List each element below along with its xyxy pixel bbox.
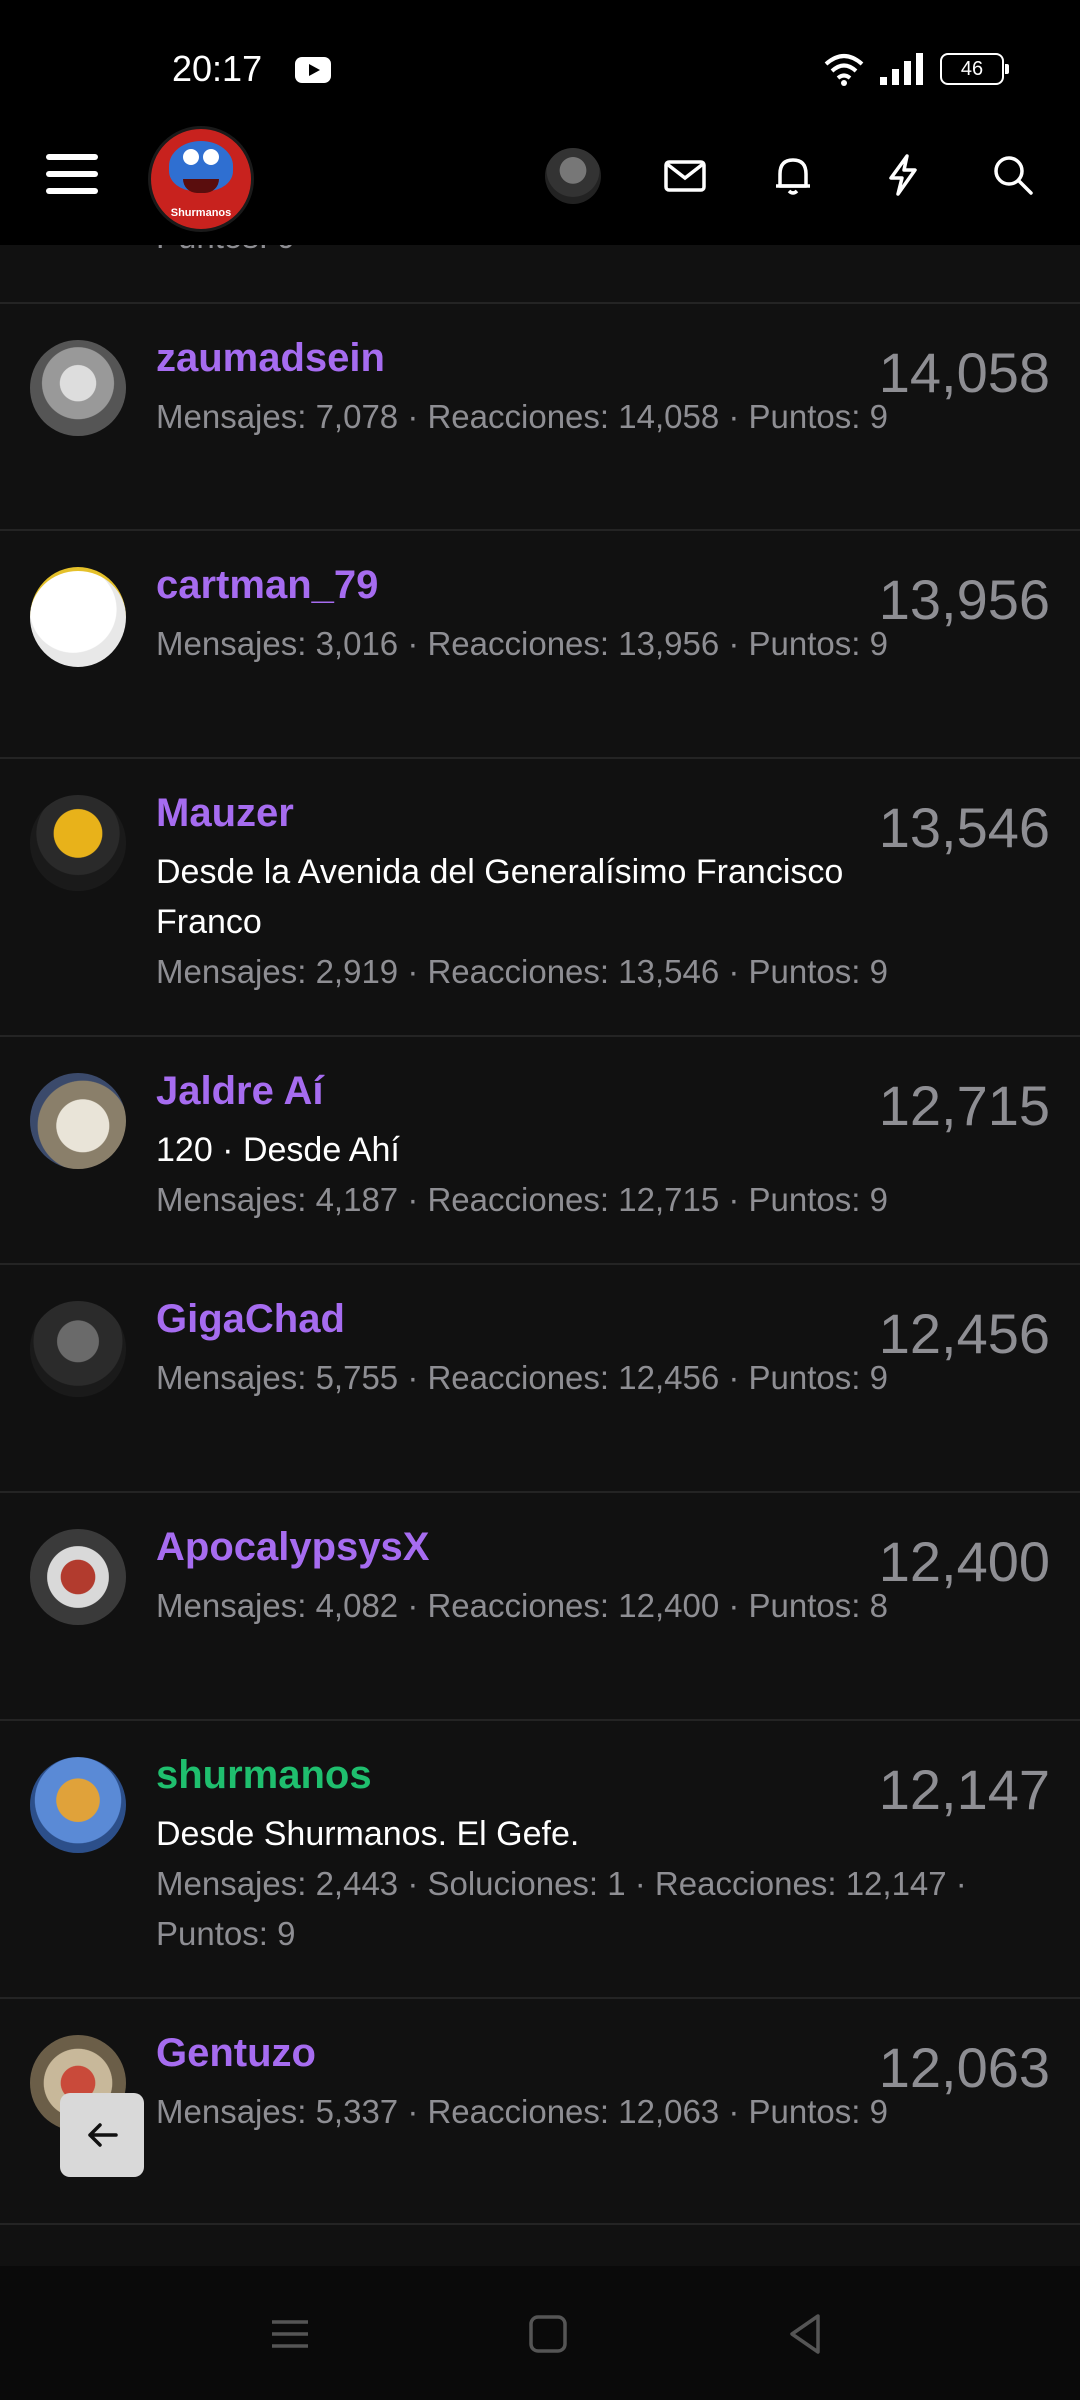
- search-icon[interactable]: [988, 150, 1038, 200]
- divider: [0, 1719, 1080, 1721]
- member-name[interactable]: GigaChad: [156, 1297, 345, 1342]
- member-name[interactable]: cartman_79: [156, 563, 378, 608]
- logo-text: Shurmanos: [170, 207, 232, 219]
- divider: [0, 1035, 1080, 1037]
- recents-menu-icon[interactable]: [260, 2304, 320, 2364]
- member-stats: Mensajes: 2,443 · Soluciones: 1 · Reacci…: [156, 1865, 967, 1952]
- member-name[interactable]: shurmanos: [156, 1753, 372, 1798]
- divider: [0, 2223, 1080, 2225]
- signal-icon: [880, 53, 923, 85]
- user-avatar[interactable]: [545, 148, 601, 204]
- divider: [0, 1263, 1080, 1265]
- youtube-icon: [295, 57, 331, 83]
- member-title: 120 · Desde Ahí: [156, 1131, 400, 1169]
- status-bar: 20:17 46: [0, 0, 1080, 120]
- site-logo[interactable]: Shurmanos: [148, 126, 254, 232]
- lightning-icon[interactable]: [878, 150, 928, 200]
- wifi-icon: [824, 54, 864, 86]
- divider: [0, 1491, 1080, 1493]
- member-avatar[interactable]: [30, 1757, 126, 1853]
- member-avatar[interactable]: [30, 1073, 126, 1169]
- battery-indicator: 46: [940, 53, 1009, 85]
- divider: [0, 1997, 1080, 1999]
- member-stats: Mensajes: 5,337 · Reacciones: 12,063 · P…: [156, 2093, 888, 2130]
- back-triangle-icon[interactable]: [776, 2304, 836, 2364]
- member-name[interactable]: ApocalypsysX: [156, 1525, 429, 1570]
- member-stats: Mensajes: 2,919 · Reacciones: 13,546 · P…: [156, 953, 888, 990]
- divider: [0, 757, 1080, 759]
- home-icon[interactable]: [518, 2304, 578, 2364]
- member-title: Desde Shurmanos. El Gefe.: [156, 1815, 580, 1853]
- member-name[interactable]: zaumadsein: [156, 336, 385, 381]
- member-title: Desde la Avenida del Generalísimo Franci…: [156, 853, 844, 941]
- member-stats: Mensajes: 4,082 · Reacciones: 12,400 · P…: [156, 1587, 888, 1624]
- bell-icon[interactable]: [768, 150, 818, 200]
- member-score: 12,147: [878, 1758, 1050, 1821]
- member-stats: Mensajes: 5,755 · Reacciones: 12,456 · P…: [156, 1359, 888, 1396]
- member-avatar[interactable]: [30, 1529, 126, 1625]
- hamburger-icon[interactable]: [46, 154, 98, 206]
- member-avatar[interactable]: [30, 795, 126, 891]
- member-name[interactable]: Gentuzo: [156, 2031, 316, 2076]
- member-avatar[interactable]: [30, 567, 126, 667]
- member-stats: Mensajes: 7,078 · Reacciones: 14,058 · P…: [156, 398, 888, 435]
- divider: [0, 302, 1080, 304]
- back-arrow-icon: [88, 2123, 118, 2147]
- mail-icon[interactable]: [660, 150, 710, 200]
- member-score: 13,546: [878, 796, 1050, 859]
- member-stats: Mensajes: 3,016 · Reacciones: 13,956 · P…: [156, 625, 888, 662]
- divider: [0, 529, 1080, 531]
- back-button[interactable]: [60, 2093, 144, 2177]
- status-time: 20:17: [172, 48, 263, 89]
- member-stats: Mensajes: 4,187 · Reacciones: 12,715 · P…: [156, 1181, 888, 1218]
- member-avatar[interactable]: [30, 340, 126, 436]
- status-icons: 46: [824, 52, 1009, 86]
- member-score: 12,715: [878, 1074, 1050, 1137]
- app-header: Shurmanos: [0, 120, 1080, 245]
- member-name[interactable]: Mauzer: [156, 791, 294, 836]
- system-nav-bar: [0, 2266, 1080, 2400]
- member-avatar[interactable]: [30, 1301, 126, 1397]
- member-name[interactable]: Jaldre Aí: [156, 1069, 323, 1114]
